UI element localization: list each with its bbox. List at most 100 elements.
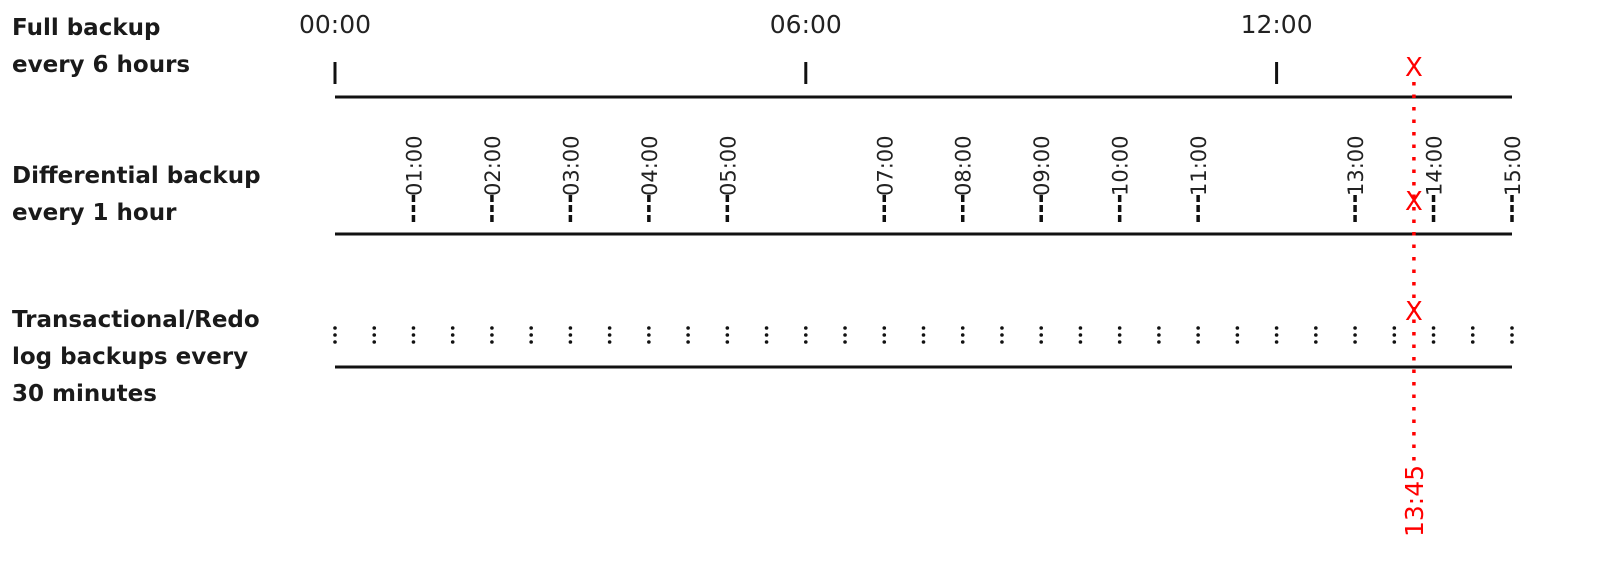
failure-x-marker: X: [1405, 53, 1423, 83]
log-backup-tick-dot: [490, 340, 494, 344]
log-backup-tick-dot: [921, 326, 926, 330]
log-backup-tick-dot: [411, 333, 416, 337]
log-backup-tick-dot: [607, 326, 612, 330]
differential-backup-time-label: 11:00: [1187, 135, 1211, 196]
log-backup-tick-dot: [1157, 326, 1161, 330]
log-backup-tick-dot: [921, 333, 926, 337]
differential-backup-time-label: 07:00: [873, 135, 897, 196]
log-backup-tick-dot: [490, 333, 494, 337]
log-backup-tick-dot: [529, 326, 533, 330]
log-backup-tick-dot: [960, 326, 965, 330]
log-backup-tick-dot: [804, 340, 808, 344]
log-backup-tick-dot: [1314, 326, 1318, 330]
log-backup-tick-dot: [1510, 326, 1514, 330]
log-backup-tick-dot: [804, 333, 808, 337]
log-backup-tick-dot: [960, 333, 965, 337]
log-backup-tick-dot: [1470, 340, 1475, 344]
log-backup-tick-dot: [1510, 333, 1514, 337]
log-backup-tick-dot: [568, 326, 573, 330]
log-backup-tick-dot: [1470, 333, 1475, 337]
log-backup-tick-dot: [1274, 340, 1279, 344]
log-backup-tick-dot: [1000, 326, 1004, 330]
log-backup-tick-dot: [1392, 340, 1397, 344]
log-backup-tick-dot: [529, 333, 533, 337]
log-backup-tick-dot: [647, 326, 651, 330]
differential-backup-time-label: 04:00: [638, 135, 662, 196]
log-backup-tick-dot: [1078, 326, 1083, 330]
log-backup-tick-dot: [843, 326, 847, 330]
log-backup-tick-dot: [1314, 340, 1318, 344]
log-backup-tick-dot: [1392, 326, 1397, 330]
log-backup-tick-dot: [568, 340, 573, 344]
log-backup-tick-dot: [411, 340, 416, 344]
log-backup-tick-dot: [607, 340, 612, 344]
log-backup-tick-dot: [1274, 333, 1279, 337]
log-backup-tick-dot: [1117, 326, 1122, 330]
log-backup-tick-dot: [686, 340, 690, 344]
differential-backup-time-label: 13:00: [1344, 135, 1368, 196]
log-backup-tick-dot: [882, 333, 887, 337]
log-backup-tick-dot: [333, 340, 337, 344]
log-backup-tick-dot: [450, 326, 455, 330]
log-backup-tick-dot: [1196, 333, 1200, 337]
log-backup-tick-dot: [1314, 333, 1318, 337]
log-backup-tick-dot: [333, 326, 337, 330]
log-backup-tick-dot: [1000, 340, 1004, 344]
log-backup-tick-dot: [1117, 333, 1122, 337]
full-backup-time-label: 06:00: [770, 10, 842, 39]
log-backup-tick-dot: [804, 326, 808, 330]
backup-timeline-diagram: 00:00 06:00 12:00 01:00 02:00 03:00 04:00 05:00…: [299, 10, 1525, 537]
differential-backup-time-label: 15:00: [1501, 135, 1525, 196]
failure-x-marker: X: [1405, 297, 1423, 327]
differential-backup-time-label: 09:00: [1030, 135, 1054, 196]
log-backup-tick-dot: [450, 333, 455, 337]
log-backup-tick-dot: [1078, 340, 1083, 344]
log-backup-tick-dot: [450, 340, 455, 344]
log-backup-tick-dot: [882, 326, 887, 330]
log-backup-tick-dot: [333, 333, 337, 337]
log-backup-tick-dot: [372, 326, 377, 330]
log-backup-tick-dot: [843, 333, 847, 337]
log-backup-tick-dot: [411, 326, 416, 330]
log-backup-tick-dot: [1039, 340, 1043, 344]
log-backup-tick-dot: [1078, 333, 1083, 337]
log-backup-tick-dot: [882, 340, 887, 344]
log-backup-tick-dot: [1000, 333, 1004, 337]
log-backup-tick-dot: [686, 326, 690, 330]
differential-backup-time-label: 05:00: [716, 135, 740, 196]
log-backup-tick-dot: [372, 333, 377, 337]
log-backup-tick-dot: [1431, 333, 1436, 337]
differential-backup-time-label: 01:00: [402, 135, 426, 196]
log-backup-tick-dot: [960, 340, 965, 344]
log-backup-tick-dot: [1235, 340, 1240, 344]
log-backup-tick-dot: [764, 326, 769, 330]
log-backup-tick-dot: [1235, 333, 1240, 337]
log-backup-tick-dot: [1274, 326, 1279, 330]
log-backup-tick-dot: [647, 340, 651, 344]
log-backup-tick-dot: [372, 340, 377, 344]
log-backup-tick-dot: [1353, 326, 1357, 330]
log-backup-tick-dot: [725, 333, 730, 337]
log-backup-tick-dot: [764, 340, 769, 344]
log-backup-tick-dot: [843, 340, 847, 344]
log-backup-tick-dot: [529, 340, 533, 344]
log-backup-tick-dot: [1470, 326, 1475, 330]
log-backup-tick-dot: [1353, 333, 1357, 337]
log-backup-tick-dot: [1431, 340, 1436, 344]
log-backup-tick-dot: [686, 333, 690, 337]
log-backup-tick-dot: [1117, 340, 1122, 344]
log-backup-tick-dot: [607, 333, 612, 337]
log-backup-tick-dot: [1157, 333, 1161, 337]
log-backup-tick-dot: [725, 326, 730, 330]
log-backup-tick-dot: [647, 333, 651, 337]
log-backup-tick-dot: [490, 326, 494, 330]
differential-backup-time-label: 14:00: [1423, 135, 1447, 196]
log-backup-tick-dot: [725, 340, 730, 344]
full-backup-time-label: 00:00: [299, 10, 371, 39]
log-backup-tick-dot: [1039, 333, 1043, 337]
log-backup-tick-dot: [921, 340, 926, 344]
log-backup-tick-dot: [1235, 326, 1240, 330]
differential-backup-time-label: 02:00: [481, 135, 505, 196]
log-backup-tick-dot: [1196, 340, 1200, 344]
failure-x-marker: X: [1405, 187, 1423, 217]
